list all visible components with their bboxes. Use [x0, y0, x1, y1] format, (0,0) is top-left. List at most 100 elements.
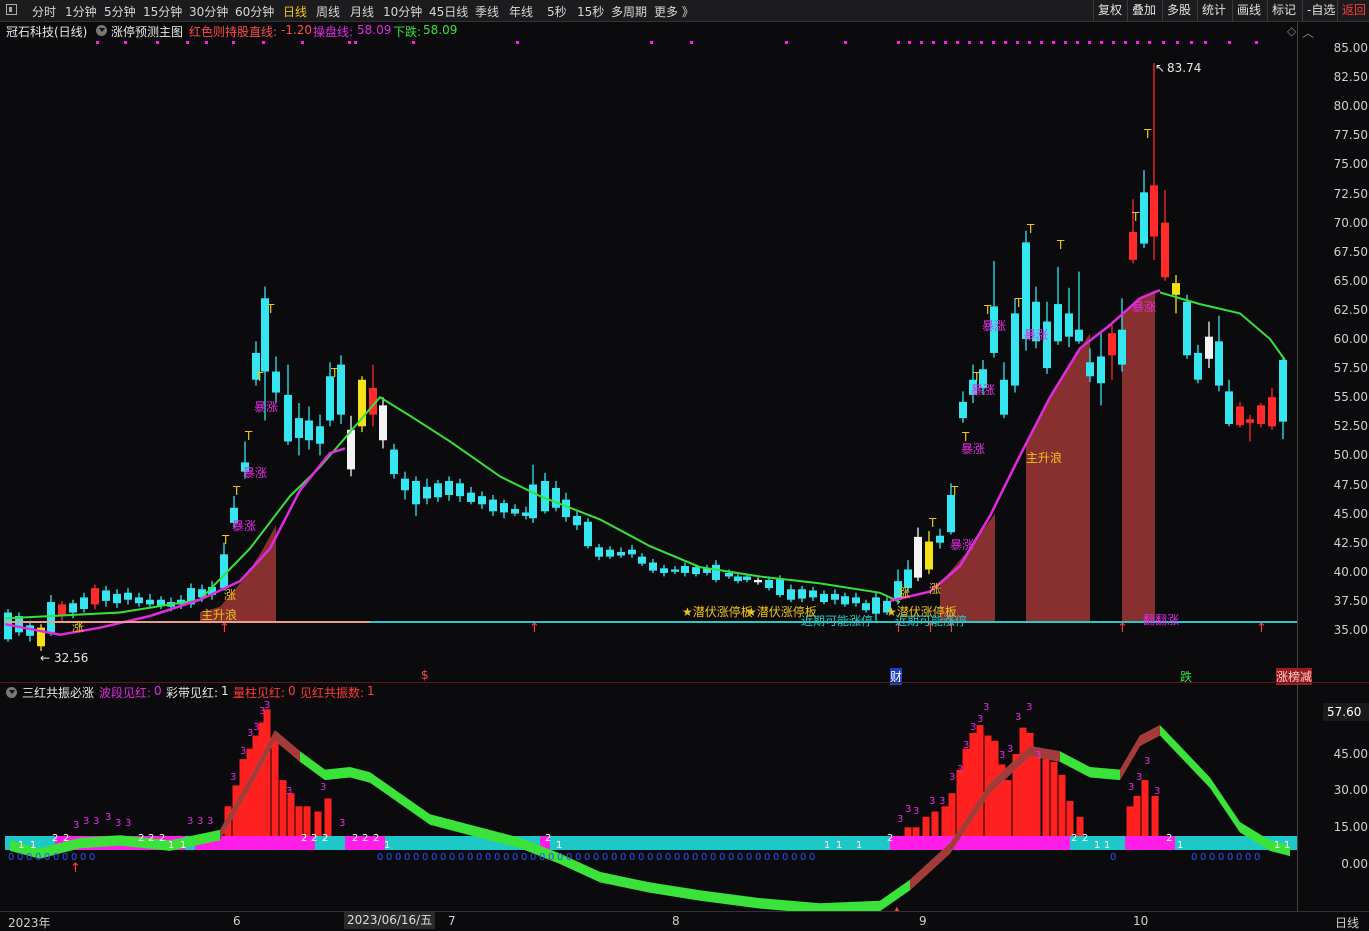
top-signal-dot	[1176, 41, 1179, 44]
t-signal: T	[267, 302, 275, 316]
t-signal: T	[331, 366, 339, 380]
low-arrow: ←	[40, 651, 51, 665]
candle-body	[1065, 313, 1073, 337]
period-30min[interactable]: 30分钟	[189, 3, 228, 20]
top-signal-dot	[844, 41, 847, 44]
overlay-button[interactable]: 叠加	[1127, 0, 1160, 21]
layout-toggle-icon[interactable]	[6, 4, 17, 15]
period-45day[interactable]: 45日线	[429, 3, 468, 20]
back-button[interactable]: 返回	[1337, 0, 1369, 21]
volume-red-bar	[246, 748, 254, 836]
period-yearly[interactable]: 年线	[509, 3, 533, 20]
level-digit: 3	[125, 818, 131, 829]
volume-red-bar	[931, 811, 939, 836]
candle-body	[91, 588, 99, 605]
statistics-button[interactable]: 统计	[1197, 0, 1230, 21]
level-digit: 2	[373, 833, 379, 844]
level-digit: 0	[782, 852, 788, 863]
diamond-icon[interactable]: ◇	[1287, 24, 1296, 38]
period-minute-chart[interactable]: 分时	[32, 3, 56, 20]
volume-red-bar	[904, 827, 912, 836]
signal-dollar: $	[421, 668, 429, 682]
top-signal-dot	[1148, 41, 1151, 44]
candle-body	[511, 508, 519, 514]
level-digit: 0	[1254, 852, 1260, 863]
level-digit: 0	[719, 852, 725, 863]
possible-limit-up-label: 近期可能涨停	[801, 614, 874, 628]
buy-arrow: ↑	[529, 621, 540, 636]
level-digit: 0	[26, 852, 32, 863]
candle-body	[787, 589, 795, 600]
level-digit: 0	[377, 852, 383, 863]
draw-line-button[interactable]: 画线	[1232, 0, 1265, 21]
candle-body	[80, 597, 88, 610]
candle-body	[671, 569, 679, 572]
level-digit: 1	[30, 840, 36, 851]
period-5sec[interactable]: 5秒	[547, 3, 567, 20]
level-digit: 3	[339, 818, 345, 829]
period-15sec[interactable]: 15秒	[577, 3, 604, 20]
candle-body	[1129, 231, 1137, 260]
mark-button[interactable]: 标记	[1267, 0, 1300, 21]
candle-body	[872, 597, 880, 614]
level-digit: 3	[913, 806, 919, 817]
level-digit: 0	[8, 852, 14, 863]
period-weekly[interactable]: 周线	[316, 3, 340, 20]
period-monthly[interactable]: 月线	[350, 3, 374, 20]
level-digit: 2	[1071, 833, 1077, 844]
indicator-dropdown-icon[interactable]	[96, 25, 107, 36]
multi-stock-button[interactable]: 多股	[1162, 0, 1195, 21]
top-signal-dot	[992, 41, 995, 44]
candle-body	[390, 449, 398, 475]
level-digit: 0	[386, 852, 392, 863]
volume-red-bar	[1141, 780, 1149, 836]
level-digit: 0	[665, 852, 671, 863]
level-digit: 3	[963, 740, 969, 751]
top-signal-dot	[1088, 41, 1091, 44]
surge-label: 暴涨	[1132, 300, 1157, 314]
candle-body	[1279, 359, 1287, 422]
candle-body	[529, 484, 537, 519]
period-multi[interactable]: 多周期	[611, 3, 647, 20]
surge-label: 暴涨	[971, 383, 996, 397]
price-tick: 35.00	[1333, 623, 1368, 637]
candle-body	[69, 603, 77, 613]
period-quarterly[interactable]: 季线	[475, 3, 499, 20]
period-60min[interactable]: 60分钟	[235, 3, 274, 20]
candle-body	[1205, 336, 1213, 359]
t-signal: T	[245, 429, 253, 443]
t-signal: T	[951, 484, 959, 498]
level-digit: 3	[1035, 750, 1041, 761]
period-10min[interactable]: 10分钟	[383, 3, 422, 20]
level-digit: 1	[168, 840, 174, 851]
level-digit: 0	[89, 852, 95, 863]
candle-body	[1118, 329, 1126, 365]
period-more[interactable]: 更多 》	[654, 3, 694, 20]
level-digit: 0	[1245, 852, 1251, 863]
watchlist-remove-button[interactable]: -自选	[1302, 0, 1339, 21]
level-digit: 1	[836, 840, 842, 851]
adjust-button[interactable]: 复权	[1093, 0, 1126, 21]
resonance-subchart[interactable]: 1 1 1 1 1 1 1 1 1 1 1 1 1 12 2 2 2 2 2 2 2 2 2 2 2 2 2 2 23 3 3 33 3 3 3 33…	[0, 683, 1297, 911]
level-digit: 3	[230, 772, 236, 783]
level-digit: 0	[458, 852, 464, 863]
surge-label: 暴涨	[232, 519, 257, 533]
candle-body	[456, 483, 464, 497]
period-15min[interactable]: 15分钟	[143, 3, 182, 20]
level-digit: 0	[566, 852, 572, 863]
level-digit: 0	[737, 852, 743, 863]
candlestick-chart[interactable]: ↑ ↑ ↑ ↑ ↑ ↑ ↑	[0, 38, 1297, 682]
top-signal-dot	[1255, 41, 1258, 44]
period-daily[interactable]: 日线	[283, 3, 307, 20]
price-tick: 65.00	[1333, 273, 1368, 288]
candle-body	[1268, 397, 1276, 427]
period-1min[interactable]: 1分钟	[65, 3, 97, 20]
top-signal-dot	[1016, 41, 1019, 44]
level-digit: 0	[422, 852, 428, 863]
period-5min[interactable]: 5分钟	[104, 3, 136, 20]
level-digit: 2	[301, 833, 307, 844]
top-signal-dot	[908, 41, 911, 44]
t-signal: T	[1027, 222, 1035, 236]
high-price-mark: 83.74	[1167, 61, 1202, 75]
level-digit: 0	[1191, 852, 1197, 863]
